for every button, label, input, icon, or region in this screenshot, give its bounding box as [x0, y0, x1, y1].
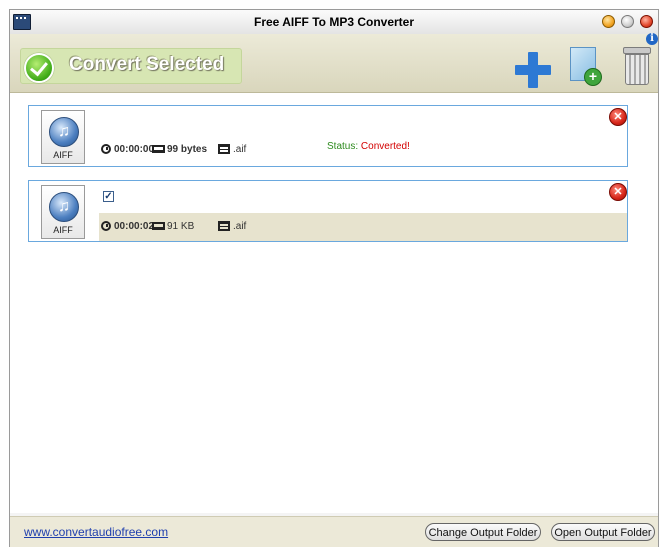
file-extension-badge: AIFF: [53, 225, 73, 235]
file-item[interactable]: ♫ AIFF 00:00:00 99 bytes .aif Status: Co…: [28, 105, 628, 167]
remove-file-button[interactable]: ✕: [609, 183, 627, 201]
add-files-button[interactable]: [515, 52, 551, 88]
file-type: .aif: [233, 144, 247, 155]
trash-lid-icon: [623, 47, 651, 54]
convert-selected-button[interactable]: Convert Selected: [20, 48, 242, 84]
music-file-icon: ♫ AIFF: [41, 110, 85, 164]
music-note-icon: ♫: [49, 117, 79, 147]
remove-file-button[interactable]: ✕: [609, 108, 627, 126]
blank-overlay: [303, 289, 455, 333]
file-list: ♫ AIFF 00:00:00 99 bytes .aif Status: Co…: [10, 93, 658, 513]
file-size: 91 KB: [167, 221, 195, 232]
toolbar: Convert Selected + i: [10, 33, 658, 93]
film-icon: [218, 221, 230, 231]
open-output-folder-button[interactable]: Open Output Folder: [551, 523, 655, 541]
status-label: Status:: [327, 141, 361, 152]
footer-bar: www.convertaudiofree.com Change Output F…: [10, 516, 658, 547]
music-note-icon: ♫: [49, 192, 79, 222]
clear-list-button[interactable]: [621, 47, 651, 87]
file-name: [121, 184, 229, 206]
info-icon[interactable]: i: [646, 33, 658, 45]
close-window-button[interactable]: [640, 15, 653, 28]
file-type: .aif: [233, 221, 247, 232]
trash-icon: [625, 54, 649, 85]
title-bar: Free AIFF To MP3 Converter: [10, 10, 658, 35]
laptop-icon: [152, 222, 165, 230]
plus-badge-icon: +: [584, 68, 602, 86]
select-checkbox[interactable]: ✓: [103, 191, 114, 202]
add-folder-button[interactable]: +: [568, 47, 602, 87]
app-window: Free AIFF To MP3 Converter Convert Selec…: [9, 9, 659, 547]
file-status: Status: Converted!: [327, 141, 410, 152]
minimize-button[interactable]: [602, 15, 615, 28]
film-icon: [218, 144, 230, 154]
check-circle-icon: [24, 53, 54, 83]
file-size: 99 bytes: [167, 144, 208, 155]
change-output-folder-button[interactable]: Change Output Folder: [425, 523, 541, 541]
clock-icon: [101, 221, 111, 231]
file-name: [99, 110, 189, 130]
file-extension-badge: AIFF: [53, 150, 73, 160]
music-file-icon: ♫ AIFF: [41, 185, 85, 239]
file-duration: 00:00:00: [114, 144, 155, 155]
convert-selected-label: Convert Selected: [69, 54, 225, 75]
file-item[interactable]: ♫ AIFF ✓ 00:00:02 91 KB .aif ✕: [28, 180, 628, 242]
file-duration: 00:00:02: [114, 221, 155, 232]
window-title: Free AIFF To MP3 Converter: [253, 15, 415, 29]
clock-icon: [101, 144, 111, 154]
status-value: Converted!: [360, 141, 410, 152]
maximize-button[interactable]: [621, 15, 634, 28]
website-link[interactable]: www.convertaudiofree.com: [24, 525, 168, 539]
laptop-icon: [152, 145, 165, 153]
